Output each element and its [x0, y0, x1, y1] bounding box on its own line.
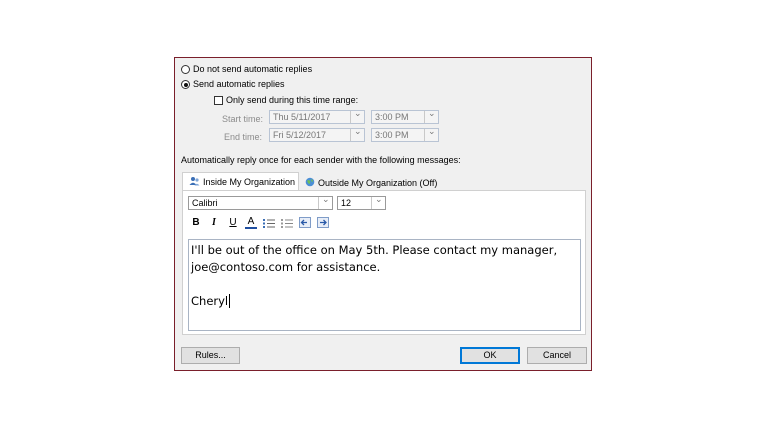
globe-icon [305, 177, 315, 187]
italic-button[interactable]: I [208, 217, 220, 229]
bullets-icon[interactable] [263, 218, 275, 228]
font-color-button[interactable]: A [245, 216, 257, 229]
font-size-value: 12 [341, 198, 352, 208]
people-icon [189, 177, 200, 186]
decrease-indent-icon[interactable] [299, 217, 311, 228]
tab-inside-label: Inside My Organization [203, 177, 296, 187]
end-date-combo[interactable]: Fri 5/12/2017 [269, 126, 365, 142]
font-size-combo[interactable]: 12 [337, 194, 386, 210]
start-time-label: Start time: [222, 114, 264, 124]
message-line: Cheryl [191, 293, 578, 310]
chevron-down-icon[interactable] [350, 108, 364, 123]
tab-outside-organization[interactable]: Outside My Organization (Off) [301, 174, 441, 191]
ok-button[interactable]: OK [460, 347, 520, 364]
automatic-replies-dialog: Do not send automatic replies Send autom… [174, 57, 592, 371]
rules-button[interactable]: Rules... [181, 347, 240, 364]
cancel-button[interactable]: Cancel [527, 347, 587, 364]
chevron-down-icon[interactable] [318, 194, 332, 209]
text-cursor [229, 294, 231, 308]
end-date-value: Fri 5/12/2017 [273, 130, 327, 140]
instruction-text: Automatically reply once for each sender… [181, 155, 461, 165]
end-time-value: 3:00 PM [375, 130, 409, 140]
time-range-label[interactable]: Only send during this time range: [226, 94, 358, 106]
chevron-down-icon[interactable] [424, 126, 438, 141]
message-panel: Calibri 12 B I U A [182, 190, 586, 335]
increase-indent-icon[interactable] [317, 217, 329, 228]
font-name-combo[interactable]: Calibri [188, 194, 333, 210]
do-not-send-radio[interactable] [181, 65, 190, 74]
message-line: I'll be out of the office on May 5th. Pl… [191, 243, 558, 257]
tab-inside-organization[interactable]: Inside My Organization [182, 172, 299, 191]
chevron-down-icon[interactable] [350, 126, 364, 141]
send-radio[interactable] [181, 80, 190, 89]
end-time-combo[interactable]: 3:00 PM [371, 126, 439, 142]
signature-text: Cheryl [191, 294, 229, 308]
message-line: joe@contoso.com for assistance. [191, 260, 381, 274]
bold-button[interactable]: B [190, 217, 202, 229]
message-editor[interactable]: I'll be out of the office on May 5th. Pl… [188, 239, 581, 331]
tab-outside-label: Outside My Organization (Off) [318, 178, 438, 188]
underline-button[interactable]: U [227, 217, 239, 229]
send-label[interactable]: Send automatic replies [193, 78, 285, 90]
start-time-combo[interactable]: 3:00 PM [371, 108, 439, 124]
start-date-value: Thu 5/11/2017 [273, 112, 331, 122]
end-time-label: End time: [224, 132, 263, 142]
chevron-down-icon[interactable] [424, 108, 438, 123]
start-time-value: 3:00 PM [375, 112, 409, 122]
do-not-send-label[interactable]: Do not send automatic replies [193, 63, 312, 75]
numbering-icon[interactable] [281, 218, 293, 228]
time-range-checkbox[interactable] [214, 96, 223, 105]
font-name-value: Calibri [192, 198, 218, 208]
start-date-combo[interactable]: Thu 5/11/2017 [269, 108, 365, 124]
chevron-down-icon[interactable] [371, 194, 385, 209]
